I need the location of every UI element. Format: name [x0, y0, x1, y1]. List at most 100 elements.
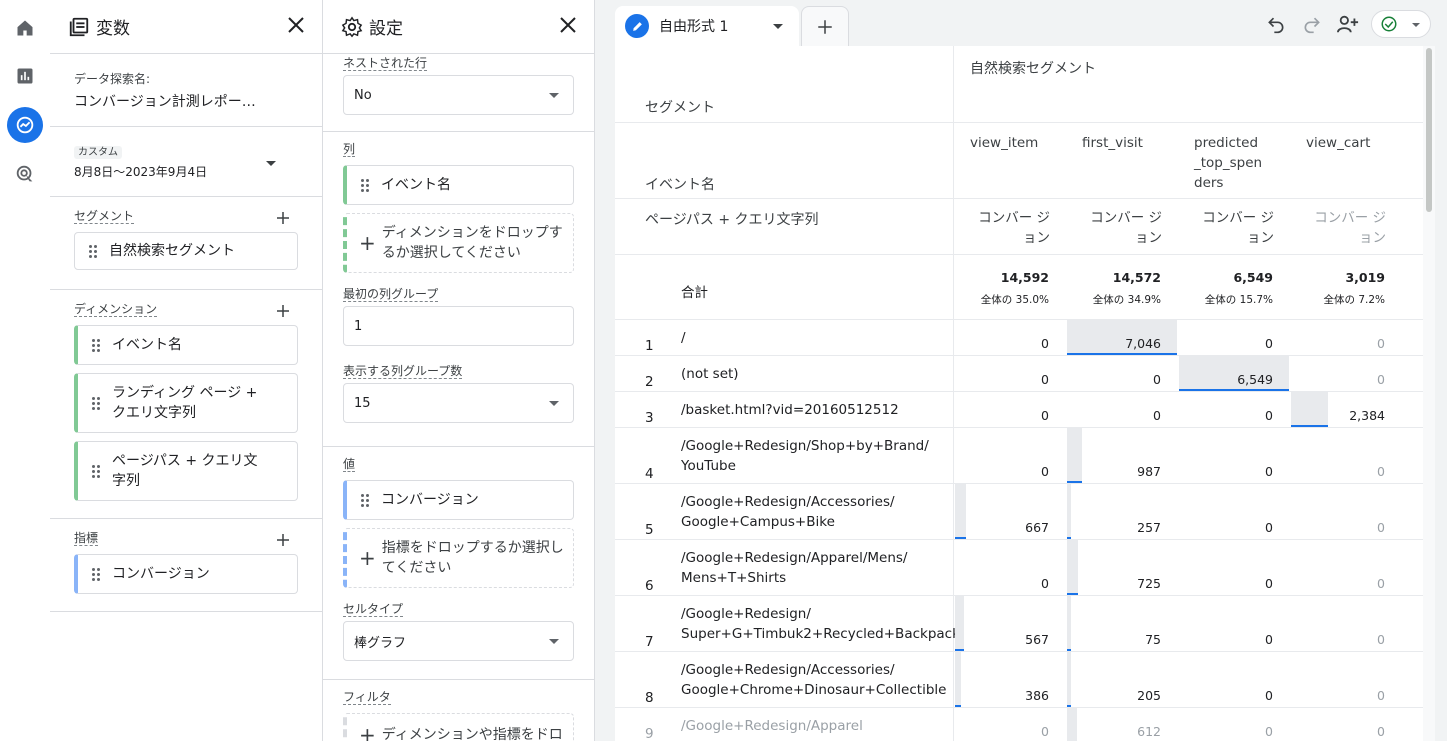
column-chip-event-name[interactable]: イベント名 — [343, 165, 574, 205]
segment-chip[interactable]: 自然検索セグメント — [74, 232, 298, 270]
value-cell[interactable]: 257 — [1066, 520, 1161, 535]
value-cell[interactable]: 0 — [1290, 464, 1385, 479]
value-cell[interactable]: 725 — [1066, 576, 1161, 591]
value-cell[interactable]: 0 — [954, 576, 1049, 591]
undo-icon[interactable] — [1263, 11, 1289, 37]
value-cell[interactable]: 612 — [1066, 724, 1161, 739]
value-cell[interactable]: 0 — [1290, 336, 1385, 351]
explore-icon[interactable] — [7, 107, 43, 143]
drag-handle-icon[interactable] — [92, 464, 102, 478]
value-cell[interactable]: 205 — [1066, 688, 1161, 703]
metric-chip-conversions[interactable]: コンバージョン — [74, 554, 298, 594]
nested-rows-select[interactable]: No — [343, 75, 574, 115]
value-cell[interactable]: 667 — [954, 520, 1049, 535]
close-icon[interactable] — [284, 13, 308, 37]
value-cell[interactable]: 0 — [1178, 632, 1273, 647]
col-view-item[interactable]: view_item — [970, 133, 1070, 153]
home-icon[interactable] — [7, 10, 43, 46]
value-cell[interactable]: 386 — [954, 688, 1049, 703]
col-first-visit[interactable]: first_visit — [1082, 133, 1182, 153]
share-user-icon[interactable] — [1335, 11, 1361, 37]
reports-icon[interactable] — [7, 58, 43, 94]
date-dropdown-icon[interactable] — [266, 161, 276, 166]
value-dropzone[interactable]: + 指標をドロップするか選択してください — [343, 528, 574, 588]
table-row[interactable]: 5/Google+Redesign/Accessories/ Google+Ca… — [615, 484, 1423, 540]
value-cell[interactable]: 567 — [954, 632, 1049, 647]
value-cell[interactable]: 0 — [954, 724, 1049, 739]
column-dropzone[interactable]: + ディメンションをドロップするか選択してください — [343, 213, 574, 273]
value-cell[interactable]: 75 — [1066, 632, 1161, 647]
filter-section: フィルタ + ディメンションや指標をドロ — [323, 680, 594, 741]
table-row[interactable]: 2 (not set) 0 0 6,549 0 — [615, 356, 1423, 392]
value-cell[interactable]: 0 — [1290, 688, 1385, 703]
dimension-chip-event-name[interactable]: イベント名 — [74, 325, 298, 365]
drag-handle-icon[interactable] — [89, 244, 99, 258]
chevron-down-icon[interactable] — [773, 24, 783, 29]
drag-handle-icon[interactable] — [92, 567, 102, 581]
value-cell[interactable]: 0 — [1290, 724, 1385, 739]
value-chip-conversions[interactable]: コンバージョン — [343, 480, 574, 520]
filter-dropzone-label: ディメンションや指標をドロ — [381, 727, 563, 741]
value-cell[interactable]: 0 — [1290, 372, 1385, 387]
table-row[interactable]: 8/Google+Redesign/Accessories/ Google+Ch… — [615, 652, 1423, 708]
value-cell[interactable]: 6,549 — [1178, 372, 1273, 387]
date-range-section[interactable]: カスタム 8月8日～2023年9月4日 — [50, 127, 322, 197]
table-row[interactable]: 1 / 0 7,046 0 0 — [615, 320, 1423, 356]
value-cell[interactable]: 0 — [954, 372, 1049, 387]
value-cell[interactable]: 0 — [954, 408, 1049, 423]
status-button[interactable] — [1371, 10, 1431, 38]
filter-dropzone[interactable]: + ディメンションや指標をドロ — [343, 713, 574, 741]
add-segment-icon[interactable] — [274, 209, 292, 227]
value-cell[interactable]: 987 — [1066, 464, 1161, 479]
table-row[interactable]: 4/Google+Redesign/Shop+by+Brand/ YouTube… — [615, 428, 1423, 484]
add-dimension-icon[interactable] — [274, 302, 292, 320]
row-number: 4 — [645, 466, 654, 482]
value-cell[interactable]: 0 — [1290, 576, 1385, 591]
vertical-scrollbar[interactable] — [1423, 46, 1435, 741]
value-cell[interactable]: 0 — [1178, 724, 1273, 739]
value-cell[interactable]: 0 — [954, 464, 1049, 479]
value-cell[interactable]: 0 — [1178, 336, 1273, 351]
cell-type-select[interactable]: 棒グラフ — [343, 621, 574, 661]
tab-freeform-1[interactable]: 自由形式 1 — [615, 6, 799, 46]
total-percent: 全体の 34.9% — [1092, 294, 1161, 306]
value-cell[interactable]: 0 — [1066, 408, 1161, 423]
value-cell[interactable]: 0 — [954, 336, 1049, 351]
value-cell[interactable]: 0 — [1290, 520, 1385, 535]
value-cell[interactable]: 7,046 — [1066, 336, 1161, 351]
scrollbar-thumb[interactable] — [1426, 48, 1432, 212]
value-cell[interactable]: 0 — [1290, 632, 1385, 647]
show-groups-select[interactable]: 15 — [343, 383, 574, 423]
value-cell[interactable]: 0 — [1178, 520, 1273, 535]
value-cell[interactable]: 0 — [1178, 464, 1273, 479]
table-row[interactable]: 7/Google+Redesign/ Super+G+Timbuk2+Recyc… — [615, 596, 1423, 652]
col-predicted-top-spenders[interactable]: predicted _top_spen ders — [1194, 133, 1266, 193]
drag-handle-icon[interactable] — [92, 396, 102, 410]
advertising-icon[interactable] — [7, 156, 43, 192]
value-cell[interactable]: 2,384 — [1290, 408, 1385, 423]
drag-handle-icon[interactable] — [92, 338, 102, 352]
variables-panel: 変数 データ探索名: コンバージョン計測レポー… カスタム 8月8日～2023年… — [50, 0, 323, 741]
table-row[interactable]: 9/Google+Redesign/Apparel 0 612 0 0 — [615, 708, 1423, 741]
table-row[interactable]: 3/basket.html?vid=20160512512 0 0 0 2,384 — [615, 392, 1423, 428]
drag-handle-icon[interactable] — [361, 493, 371, 507]
value-cell[interactable]: 0 — [1178, 408, 1273, 423]
close-icon[interactable] — [556, 13, 580, 37]
dimension-chip-page-path[interactable]: ページパス + クエリ文字列 — [74, 441, 298, 501]
table-row[interactable]: 6/Google+Redesign/Apparel/Mens/ Mens+T+S… — [615, 540, 1423, 596]
redo-icon[interactable] — [1299, 11, 1325, 37]
value-cell[interactable]: 0 — [1066, 372, 1161, 387]
add-tab-button[interactable] — [801, 6, 849, 46]
dimension-chip-landing-page[interactable]: ランディング ページ + クエリ文字列 — [74, 373, 298, 433]
value-cell[interactable]: 0 — [1178, 576, 1273, 591]
value-cell[interactable]: 0 — [1178, 688, 1273, 703]
add-metric-icon[interactable] — [274, 531, 292, 549]
column-dropzone-label: ディメンションをドロップするか選択してください — [381, 225, 563, 261]
metric-header: コンバー ジョン — [1314, 210, 1386, 246]
drag-handle-icon[interactable] — [361, 178, 371, 192]
col-view-cart[interactable]: view_cart — [1306, 133, 1406, 153]
show-groups-label: 表示する列グループ数 — [343, 364, 463, 379]
chevron-down-icon — [549, 639, 559, 644]
first-group-input[interactable]: 1 — [343, 306, 574, 346]
exploration-name[interactable]: コンバージョン計測レポー… — [74, 91, 298, 111]
